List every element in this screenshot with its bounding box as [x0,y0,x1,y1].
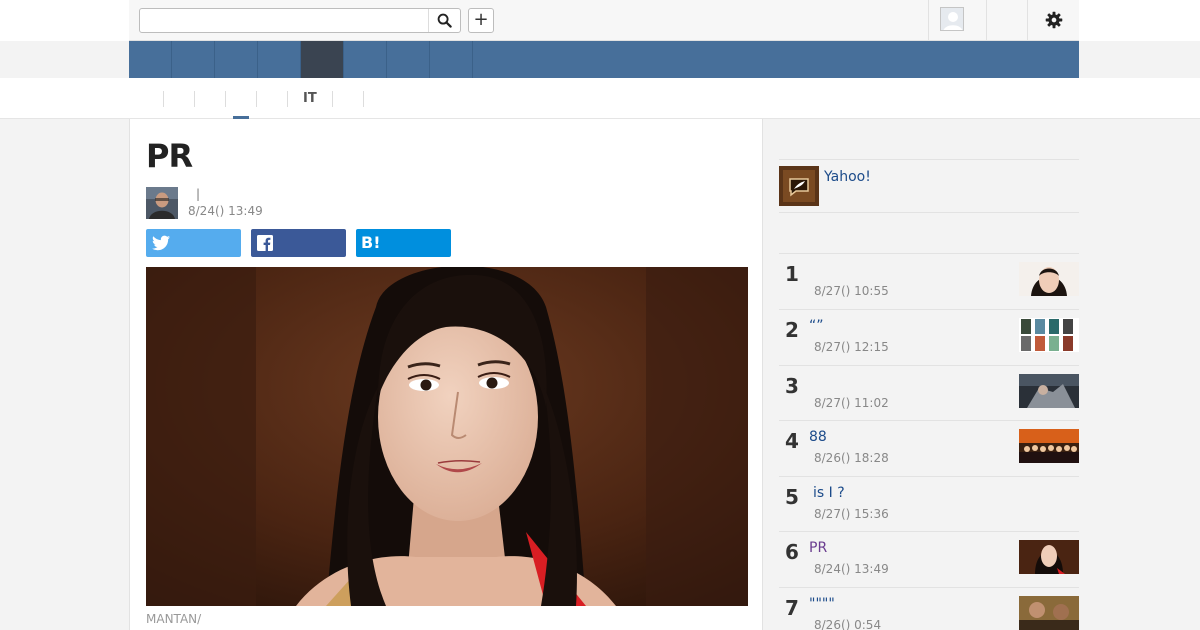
rank-thumbnail[interactable] [1019,540,1079,574]
sidebar: Yahoo! 1 8/27() 10:55 2 “” 8/27() 12:15 … [763,119,1079,630]
ranking-item[interactable]: 1 8/27() 10:55 [779,253,1079,308]
rank-number: 7 [785,596,799,620]
nav-item-active[interactable] [301,41,344,78]
search-button[interactable] [428,9,460,32]
rank-thumbnail[interactable] [1019,596,1079,630]
rank-date: 8/27() 15:36 [814,507,889,521]
hatena-bookmark-button[interactable]: B! [356,229,451,257]
rank-thumbnail[interactable] [1019,374,1079,408]
nav-item[interactable] [430,41,473,78]
rank-title[interactable]: “” [809,318,824,334]
subnav-item-active[interactable] [226,90,257,120]
rank-date: 8/26() 0:54 [814,618,882,630]
subnav-item[interactable] [333,90,364,107]
nav-item[interactable] [344,41,387,78]
facebook-share-button[interactable] [251,229,346,257]
search-box [139,8,461,33]
author-separator: | [196,187,201,201]
facebook-icon [257,235,273,251]
subnav: IT [133,78,364,120]
article-title: PR [146,137,193,175]
nav-item[interactable] [172,41,215,78]
gear-icon [1045,11,1062,29]
rank-title[interactable]: is I ? [813,485,845,501]
rank-number: 5 [785,485,799,509]
subnav-item-it[interactable]: IT [288,90,333,107]
rank-number: 4 [785,429,799,453]
article: PR | 8/24() 13:49 B! MANTAN/ [129,119,763,630]
rank-number: 2 [785,318,799,342]
ranking-item[interactable]: 2 “” 8/27() 12:15 [779,309,1079,364]
top-bar-inner: + [129,0,1079,41]
sidebar-divider [779,212,1079,213]
rank-date: 8/24() 13:49 [814,562,889,576]
top-bar: + [0,0,1200,41]
user-avatar-icon [940,7,964,31]
sidebar-divider [779,159,1079,160]
twitter-icon [152,235,170,251]
settings-button[interactable] [1027,0,1079,40]
main-nav [129,41,1079,78]
nav-item[interactable] [258,41,301,78]
subnav-item[interactable] [257,90,288,107]
rank-date: 8/27() 12:15 [814,340,889,354]
rank-thumbnail[interactable] [1019,429,1079,463]
add-button[interactable]: + [468,8,494,33]
publish-date: 8/24() 13:49 [188,204,263,218]
hatena-bookmark-icon: B! [361,233,381,252]
nav-item[interactable] [129,41,172,78]
search-input[interactable] [140,9,428,32]
ranking-item[interactable]: 5 is I ? 8/27() 15:36 [779,476,1079,531]
yahoo-link[interactable]: Yahoo! [824,169,871,185]
rank-number: 3 [785,374,799,398]
rank-date: 8/27() 11:02 [814,396,889,410]
author-avatar[interactable] [146,187,178,219]
rank-number: 1 [785,262,799,286]
plus-icon: + [473,9,489,30]
yahoo-quill-icon[interactable] [779,166,819,206]
article-hero-image[interactable] [146,267,748,606]
ranking-item[interactable]: 4 88 8/26() 18:28 [779,420,1079,475]
nav-item[interactable] [215,41,258,78]
rank-date: 8/26() 18:28 [814,451,889,465]
ranking-item[interactable]: 6 PR 8/24() 13:49 [779,531,1079,586]
rank-date: 8/27() 10:55 [814,284,889,298]
rank-title[interactable]: 88 [809,429,827,445]
rank-thumbnail[interactable] [1019,262,1079,296]
search-icon [437,13,452,28]
rank-title[interactable]: PR [809,540,827,556]
twitter-share-button[interactable] [146,229,241,257]
ranking-item[interactable]: 7 """" 8/26() 0:54 [779,587,1079,630]
user-menu[interactable] [928,0,987,40]
subnav-item[interactable] [133,90,164,107]
image-caption: MANTAN/ [146,612,202,626]
rank-title[interactable]: """" [809,596,835,612]
subnav-item[interactable] [164,90,195,107]
rank-thumbnail[interactable] [1019,318,1079,352]
nav-item[interactable] [387,41,430,78]
rank-number: 6 [785,540,799,564]
ranking-item[interactable]: 3 8/27() 11:02 [779,365,1079,420]
subnav-item[interactable] [195,90,226,107]
